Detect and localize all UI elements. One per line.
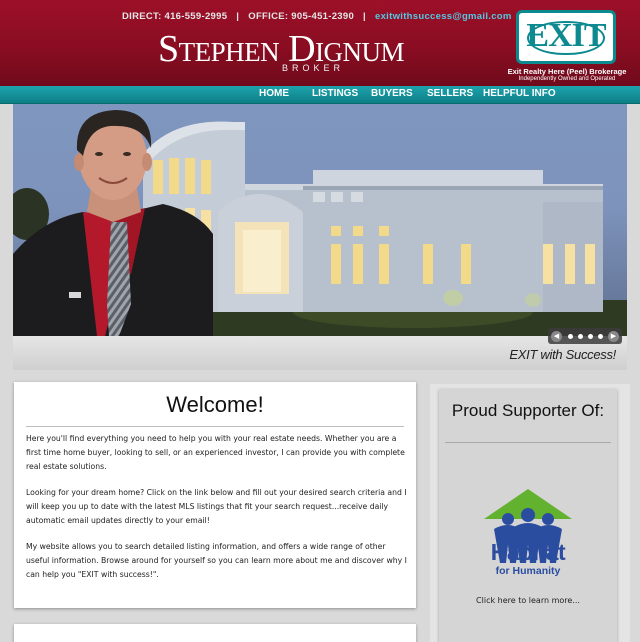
welcome-paragraph-2: Looking for your dream home? Click on th… <box>26 488 407 525</box>
supporter-divider <box>445 442 611 443</box>
contact-bar: DIRECT: 416-559-2995 | OFFICE: 905-451-239… <box>122 11 512 22</box>
house-photo <box>13 110 627 336</box>
supporter-title: Proud Supporter Of: <box>451 401 605 420</box>
brokerage-name: Exit Realty Here (Peel) Brokerage <box>507 67 627 76</box>
office-phone[interactable]: OFFICE: 905-451-2390 <box>248 11 354 22</box>
slider-dot-4[interactable] <box>598 334 603 339</box>
brokerage-tagline: Independently Owned and Operated <box>518 76 616 82</box>
welcome-title: Welcome! <box>166 392 264 417</box>
supporter-panel: Proud Supporter Of: Habitat for Humanity… <box>439 389 617 642</box>
nav-item-home[interactable]: HOME <box>259 88 289 99</box>
nav-item-helpful-info[interactable]: HELPFUL INFO <box>483 88 556 99</box>
email-link[interactable]: exitwithsuccess@gmail.com <box>375 11 512 22</box>
nav-item-sellers[interactable]: SELLERS <box>427 88 473 99</box>
main-nav: HOME LISTINGS BUYERS SELLERS HELPFUL INF… <box>0 86 640 104</box>
welcome-paragraph-1: Here you'll find everything you need to … <box>26 434 405 471</box>
welcome-paragraph-3: My website allows you to search detailed… <box>26 542 407 579</box>
hero-banner: ◀ ▶ EXIT with Success! <box>13 104 627 370</box>
welcome-text: Here you'll find everything you need to … <box>26 432 408 594</box>
slider-next-button[interactable]: ▶ <box>608 331 619 342</box>
contact-separator: | <box>363 11 367 22</box>
slider-dot-3[interactable] <box>588 334 593 339</box>
nav-item-listings[interactable]: LISTINGS <box>312 88 358 99</box>
habitat-name: Habitat <box>490 539 566 565</box>
direct-phone[interactable]: DIRECT: 416-559-2995 <box>122 11 227 22</box>
agent-role: BROKER <box>282 63 345 73</box>
secondary-panel <box>14 624 416 642</box>
habitat-subtitle: for Humanity <box>495 565 561 577</box>
hero-tagline: EXIT with Success! <box>509 347 616 362</box>
exit-logo-badge: EXIT <box>516 10 616 64</box>
slider-dot-2[interactable] <box>578 334 583 339</box>
exit-logo-word: EXIT <box>526 17 606 54</box>
welcome-divider <box>26 426 404 427</box>
supporter-sidebar: Proud Supporter Of: Habitat for Humanity… <box>430 384 630 642</box>
nav-item-buyers[interactable]: BUYERS <box>371 88 413 99</box>
slider-dot-1[interactable] <box>568 334 573 339</box>
exit-realty-logo[interactable]: EXIT Exit Realty Here (Peel) Brokerage I… <box>500 8 634 84</box>
welcome-panel: Welcome! Here you'll find everything you… <box>14 382 416 608</box>
slider-prev-button[interactable]: ◀ <box>551 331 562 342</box>
site-header: DIRECT: 416-559-2995 | OFFICE: 905-451-239… <box>0 0 640 86</box>
contact-separator: | <box>236 11 240 22</box>
learn-more-link[interactable]: Click here to learn more... <box>439 596 617 605</box>
slider-controls: ◀ ▶ <box>548 328 622 344</box>
